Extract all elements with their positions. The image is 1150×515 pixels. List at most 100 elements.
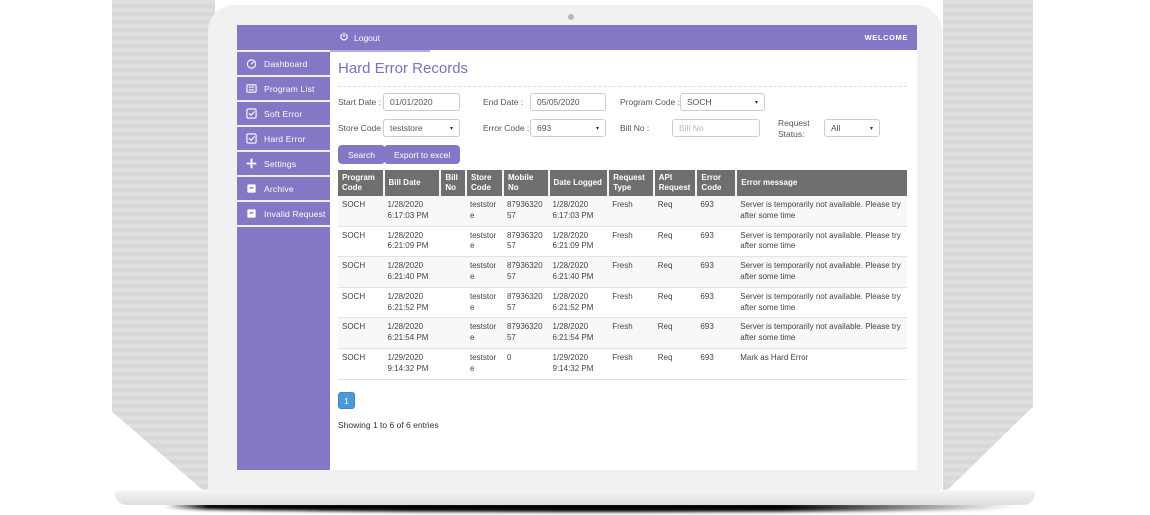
topbar: Logout WELCOME (330, 25, 917, 52)
table-cell: Server is temporarily not available. Ple… (740, 261, 901, 281)
table-row: SOCH 1/28/2020 6:21:09 PM teststore 8793632… (338, 226, 907, 257)
store-code-select[interactable]: teststore ▾ (383, 119, 460, 137)
app-window: Dashboard Program List Soft Error Hard Erro… (237, 25, 917, 470)
error-code-select[interactable]: 693 ▾ (530, 119, 606, 137)
chevron-down-icon: ▾ (869, 125, 873, 132)
sidebar-item-hard-error[interactable]: Hard Error (237, 127, 330, 150)
table-row: SOCH 1/29/2020 9:14:32 PM teststore 0 1/29/2… (338, 348, 907, 380)
webcam-dot (568, 14, 574, 20)
table-cell: Fresh (612, 200, 633, 209)
sidebar-item-label: Archive (264, 183, 294, 194)
page-1-button[interactable]: 1 (338, 392, 355, 410)
table-cell: Server is temporarily not available. Ple… (740, 200, 901, 220)
main-panel: Logout WELCOME Hard Error Records Start … (330, 25, 917, 470)
laptop-screen: Dashboard Program List Soft Error Hard Erro… (208, 5, 942, 491)
error-code-label: Error Code : (483, 123, 530, 133)
table-cell: Fresh (612, 322, 633, 332)
table-cell: 8793632057 (506, 261, 543, 281)
sidebar: Dashboard Program List Soft Error Hard Erro… (237, 25, 330, 470)
logout-button[interactable]: Logout (339, 29, 380, 47)
backdrop-right (943, 0, 1033, 490)
column-header: API Request (653, 170, 698, 196)
check-square-icon (246, 108, 257, 119)
table-cell: SOCH (342, 200, 366, 209)
sidebar-item-dashboard[interactable]: Dashboard (237, 52, 330, 75)
content-area: Hard Error Records Start Date : End Date… (330, 50, 917, 470)
table-cell: 1/28/2020 6:17:03 PM (552, 200, 594, 220)
table-cell: SOCH (342, 322, 366, 332)
search-button[interactable]: Search (338, 145, 385, 164)
request-status-label: Request Status: (778, 118, 810, 140)
table-cell: Req (657, 261, 673, 271)
sidebar-item-program-list[interactable]: Program List (237, 77, 330, 100)
table-cell: 8793632057 (506, 322, 543, 343)
request-status-value: All (831, 123, 841, 133)
check-square-icon (246, 133, 257, 144)
table-cell: 1/28/2020 6:21:09 PM (387, 230, 429, 251)
table-cell: teststore (470, 200, 497, 220)
chevron-down-icon: ▾ (449, 125, 453, 132)
archive-icon (246, 183, 257, 194)
store-code-value: teststore (390, 123, 423, 133)
table-cell: 693 (700, 322, 714, 332)
table-cell: 1/28/2020 6:21:54 PM (552, 322, 594, 343)
table-cell (440, 257, 466, 288)
sidebar-item-label: Hard Error (264, 133, 306, 144)
table-cell (440, 287, 466, 318)
sidebar-item-label: Soft Error (264, 108, 303, 119)
table-cell: Req (657, 352, 673, 362)
table-cell: Fresh (612, 261, 633, 271)
table-cell: SOCH (342, 230, 366, 240)
error-code-value: 693 (537, 123, 552, 133)
table-cell: Fresh (612, 352, 633, 362)
table-cell: Mark as Hard Error (740, 352, 809, 362)
sidebar-item-invalid-request[interactable]: Invalid Request (237, 202, 330, 225)
table-cell: teststore (470, 261, 497, 281)
end-date-label: End Date : (483, 97, 524, 107)
table-cell: 8793632057 (506, 200, 543, 220)
table-cell: Fresh (612, 291, 633, 301)
power-icon (339, 29, 349, 47)
table-cell: teststore (470, 291, 497, 312)
chevron-down-icon: ▾ (595, 125, 599, 132)
table-cell (440, 226, 466, 257)
table-cell: 693 (700, 261, 714, 271)
table-cell: Req (657, 200, 673, 209)
sidebar-item-label: Program List (264, 83, 315, 94)
table-cell (440, 318, 466, 349)
export-to-excel-button[interactable]: Export to excel (384, 145, 461, 164)
table-cell: Server is temporarily not available. Ple… (740, 291, 901, 312)
sidebar-item-label: Settings (264, 158, 297, 169)
error-records-table: Program Code Bill Date Bill No Store Code Mo… (338, 170, 907, 380)
column-header: Request Type (608, 170, 655, 196)
start-date-input[interactable] (383, 93, 460, 111)
table-header-row: Program Code Bill Date Bill No Store Code Mo… (338, 170, 907, 196)
table-cell: 1/28/2020 6:21:52 PM (552, 291, 594, 312)
table-cell: 0 (506, 352, 512, 362)
sidebar-item-settings[interactable]: Settings (237, 152, 330, 175)
filter-bar: Start Date : End Date : Program Code : S… (338, 87, 907, 167)
table-cell (440, 196, 466, 226)
table-cell: SOCH (342, 352, 366, 362)
table-cell: Req (657, 322, 673, 332)
program-code-label: Program Code : (620, 97, 680, 107)
table-cell: 1/28/2020 6:17:03 PM (387, 200, 429, 220)
table-cell: 693 (700, 291, 714, 301)
request-status-select[interactable]: All ▾ (824, 119, 880, 137)
program-code-value: SOCH (687, 97, 712, 107)
sidebar-item-archive[interactable]: Archive (237, 177, 330, 200)
column-header: Program Code (338, 170, 385, 196)
program-code-select[interactable]: SOCH ▾ (680, 93, 765, 111)
store-code-label: Store Code : (338, 123, 386, 133)
column-header: Error Code (696, 170, 738, 196)
table-cell: Server is temporarily not available. Ple… (740, 322, 901, 343)
dashboard-icon (246, 58, 257, 69)
sidebar-header-block (237, 25, 330, 50)
table-cell: Req (657, 291, 673, 301)
bill-no-input[interactable] (672, 119, 760, 137)
table-cell: 1/29/2020 9:14:32 PM (552, 352, 594, 373)
end-date-input[interactable] (530, 93, 606, 111)
bill-no-label: Bill No : (620, 123, 650, 133)
sidebar-item-soft-error[interactable]: Soft Error (237, 102, 330, 125)
page-title: Hard Error Records (338, 60, 469, 77)
